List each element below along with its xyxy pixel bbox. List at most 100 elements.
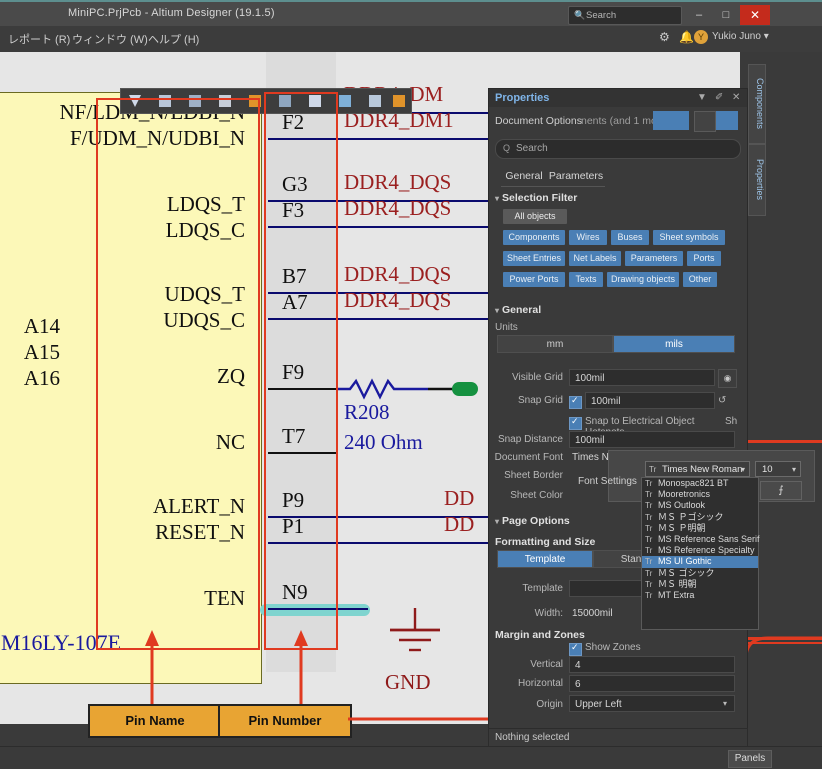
reset-icon[interactable]: ↺ [718,395,734,406]
font-size-combo[interactable]: 10 ▾ [755,461,801,477]
menu-report[interactable]: レポート (R) [8,31,70,47]
menu-help[interactable]: ヘルプ (H) [148,31,199,47]
font-list-item[interactable]: Tr MS Reference Specialty [642,545,758,556]
pin-panel-icon[interactable]: ✐ [715,92,723,103]
visible-grid-input[interactable]: 100mil [569,369,715,386]
document-font-label: Document Font [494,452,563,463]
horizontal-input[interactable]: 6 [569,675,735,692]
page-options-heading[interactable]: ▾ Page Options [495,515,570,527]
snap-grid-checkbox[interactable] [569,395,582,409]
chevron-down-icon[interactable]: ▾ [723,699,727,708]
filter-chip-texts[interactable]: Texts [569,272,603,287]
font-list-item-label: MS UI Gothic [658,556,712,567]
vertical-input[interactable]: 4 [569,656,735,673]
font-family-dropdown-list[interactable]: Tr Monospac821 BT Tr Mooretronics Tr MS Outlo… [641,477,760,630]
filter-chip-sheet-symbols[interactable]: Sheet symbols [653,230,725,245]
annotation-rect-pin-number [264,92,338,650]
snap-grid-input[interactable]: 100mil [585,392,715,409]
font-list-item-label: ＭＳ Ｐゴシック [658,511,724,522]
snap-hotspots-checkbox[interactable] [569,416,582,430]
font-list-item[interactable]: Tr ＭＳ ゴシック [642,568,758,579]
font-list-item[interactable]: Tr MS Outlook [642,500,758,511]
font-align-button[interactable]: ⨍ [760,481,802,500]
font-list-item[interactable]: Tr Mooretronics [642,489,758,500]
font-list-item[interactable]: Tr ＭＳ Ｐ明朝 [642,523,758,534]
zoom-fit-icon[interactable] [716,111,738,130]
properties-search-placeholder: Search [516,143,548,154]
font-family-combo[interactable]: Tr Times New Roman ▾ [645,461,750,477]
template-mode-button[interactable]: Template [497,550,593,568]
rotate-icon[interactable] [339,95,351,107]
bell-icon[interactable]: 🔔 [679,30,694,44]
origin-select[interactable]: Upper Left [569,695,735,712]
avatar[interactable]: Y [694,30,708,44]
selection-status-text: Nothing selected [495,732,570,743]
properties-panel[interactable]: Properties ▼ ✐ ✕ Document Options nents … [488,88,748,750]
filter-chip-sheet-entries[interactable]: Sheet Entries [503,251,565,266]
tab-general[interactable]: General [501,167,547,187]
font-list-item[interactable]: Tr MS UI Gothic [642,556,758,568]
side-tab-components[interactable]: Components [748,64,766,144]
tab-parameters[interactable]: Parameters [547,167,605,187]
font-list-item[interactable]: Tr MT Extra [642,590,758,601]
filter-dropdown-button[interactable] [675,111,689,130]
snap-distance-input[interactable]: 100mil [569,431,735,448]
filter-chip-other[interactable]: Other [683,272,717,287]
color-icon[interactable] [393,95,405,107]
font-list-item[interactable]: Tr ＭＳ 明朝 [642,579,758,590]
font-glyph-icon: Tr [645,479,653,488]
font-list-item[interactable]: Tr ＭＳ Ｐゴシック [642,512,758,523]
font-list-item[interactable]: Tr MS Reference Sans Serif [642,534,760,545]
vertical-label: Vertical [530,659,563,670]
search-icon: Q [503,143,511,153]
properties-search-input[interactable]: Q Search [495,139,741,159]
filter-chip-components[interactable]: Components [503,230,565,245]
bus-label-a15: A15 [23,340,60,364]
maximize-button[interactable]: □ [713,5,739,25]
font-list-item[interactable]: Tr Monospac821 BT [642,478,758,489]
filter-button[interactable] [653,111,675,130]
chevron-down-icon[interactable]: ▾ [792,462,796,478]
font-list-item-label: ＭＳ Ｐ明朝 [658,522,706,533]
filter-chip-ports[interactable]: Ports [687,251,721,266]
font-glyph-icon: Tr [645,557,653,567]
properties-panel-header: Properties ▼ ✐ ✕ [489,89,747,107]
minimize-button[interactable]: – [686,5,712,25]
units-mils-button[interactable]: mils [613,335,735,353]
font-list-item-label: ＭＳ 明朝 [658,578,697,589]
net-label-dd-a: DD [444,486,475,510]
select-mode-icon[interactable] [694,111,716,132]
units-mm-button[interactable]: mm [497,335,613,353]
eye-icon[interactable]: ◉ [718,369,737,388]
gear-icon[interactable]: ⚙ [659,30,670,44]
show-zones-checkbox[interactable] [569,642,582,656]
bottom-bar: Panels [0,746,822,769]
side-tab-properties[interactable]: Properties [748,144,766,216]
filter-chip-wires[interactable]: Wires [569,230,607,245]
filter-chip-all-objects[interactable]: All objects [503,209,567,224]
font-list-item-label: ＭＳ ゴシック [658,567,715,578]
filter-chip-buses[interactable]: Buses [611,230,649,245]
close-button[interactable]: ✕ [740,5,770,25]
global-search-box[interactable]: 🔍 Search [568,6,682,25]
font-glyph-icon: Tr [645,534,653,544]
panels-button[interactable]: Panels [728,750,772,768]
user-name-label[interactable]: Yukio Juno ▾ [712,31,769,42]
net-label-dqs-c: DDR4_DQS [344,262,452,286]
filter-chip-drawing-objects[interactable]: Drawing objects [607,272,679,287]
sheet-color-label: Sheet Color [510,490,563,501]
selection-filter-heading[interactable]: ▾ Selection Filter [495,192,577,204]
filter-icon[interactable]: ▼ [697,92,707,103]
filter-chip-power-ports[interactable]: Power Ports [503,272,565,287]
close-icon[interactable]: ✕ [732,92,740,103]
annotation-leaders [145,630,308,714]
general-section-heading[interactable]: ▾ General [495,304,541,316]
group-icon[interactable] [369,95,381,107]
filter-chip-net-labels[interactable]: Net Labels [569,251,621,266]
chevron-down-icon[interactable]: ▾ [741,462,745,478]
menu-window[interactable]: ウィンドウ (W) [72,31,148,47]
filter-chip-parameters[interactable]: Parameters [625,251,683,266]
bus-label-a14: A14 [23,314,60,338]
font-size-value: 10 [762,464,773,475]
net-label-dqs-b: DDR4_DQS [344,196,452,220]
